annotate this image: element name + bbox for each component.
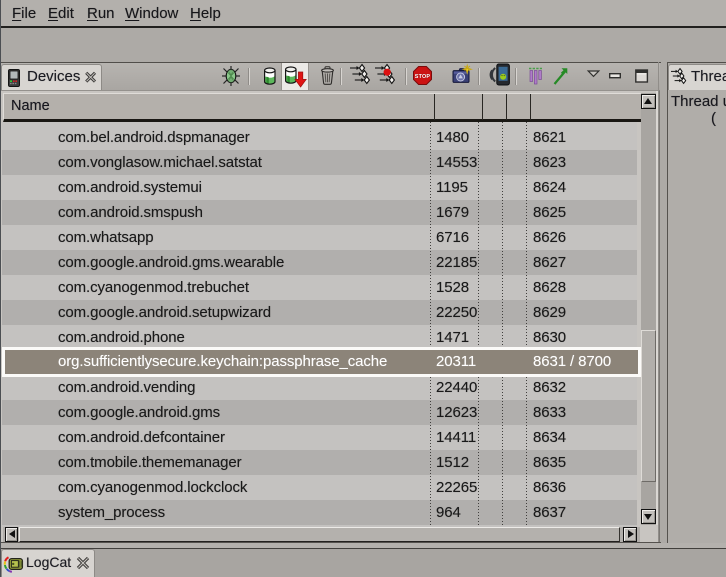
svg-text:STOP: STOP	[415, 74, 431, 80]
